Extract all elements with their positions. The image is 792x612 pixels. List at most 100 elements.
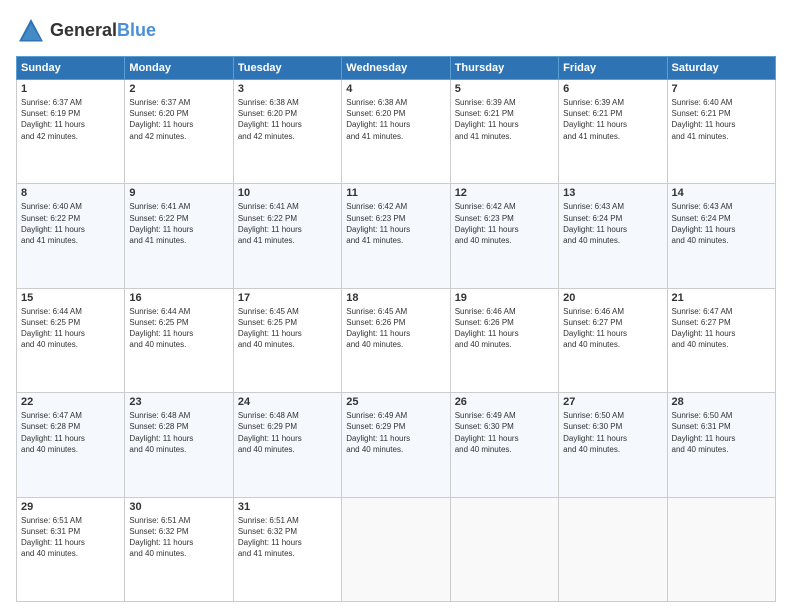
day-cell: 4 Sunrise: 6:38 AMSunset: 6:20 PMDaylight… [342, 80, 450, 184]
day-number: 2 [129, 83, 228, 95]
header: GeneralBlue [16, 16, 776, 46]
day-cell [667, 497, 775, 601]
day-number: 15 [21, 292, 120, 304]
day-header-sunday: Sunday [17, 57, 125, 80]
day-number: 11 [346, 187, 445, 199]
day-number: 30 [129, 501, 228, 513]
day-number: 14 [672, 187, 771, 199]
cell-details: Sunrise: 6:41 AMSunset: 6:22 PMDaylight:… [129, 201, 228, 246]
day-number: 4 [346, 83, 445, 95]
day-number: 24 [238, 396, 337, 408]
cell-details: Sunrise: 6:46 AMSunset: 6:26 PMDaylight:… [455, 306, 554, 351]
cell-details: Sunrise: 6:40 AMSunset: 6:21 PMDaylight:… [672, 97, 771, 142]
day-header-wednesday: Wednesday [342, 57, 450, 80]
day-cell: 2 Sunrise: 6:37 AMSunset: 6:20 PMDaylight… [125, 80, 233, 184]
day-cell: 8 Sunrise: 6:40 AMSunset: 6:22 PMDaylight… [17, 184, 125, 288]
day-cell: 17 Sunrise: 6:45 AMSunset: 6:25 PMDayligh… [233, 288, 341, 392]
day-header-saturday: Saturday [667, 57, 775, 80]
day-cell: 1 Sunrise: 6:37 AMSunset: 6:19 PMDaylight… [17, 80, 125, 184]
day-header-thursday: Thursday [450, 57, 558, 80]
day-number: 29 [21, 501, 120, 513]
cell-details: Sunrise: 6:37 AMSunset: 6:20 PMDaylight:… [129, 97, 228, 142]
day-number: 3 [238, 83, 337, 95]
day-cell: 9 Sunrise: 6:41 AMSunset: 6:22 PMDaylight… [125, 184, 233, 288]
day-cell: 21Sunrise: 6:47 AMSunset: 6:27 PMDayligh… [667, 288, 775, 392]
cell-details: Sunrise: 6:37 AMSunset: 6:19 PMDaylight:… [21, 97, 120, 142]
week-row-5: 29 Sunrise: 6:51 AMSunset: 6:31 PMDayligh… [17, 497, 776, 601]
day-number: 7 [672, 83, 771, 95]
cell-details: Sunrise: 6:39 AMSunset: 6:21 PMDaylight:… [563, 97, 662, 142]
day-cell: 27 Sunrise: 6:50 AMSunset: 6:30 PMDayligh… [559, 393, 667, 497]
day-number: 1 [21, 83, 120, 95]
day-cell: 23Sunrise: 6:48 AMSunset: 6:28 PMDayligh… [125, 393, 233, 497]
day-number: 20 [563, 292, 662, 304]
day-number: 22 [21, 396, 120, 408]
cell-details: Sunrise: 6:51 AMSunset: 6:31 PMDaylight:… [21, 515, 120, 560]
cell-details: Sunrise: 6:43 AMSunset: 6:24 PMDaylight:… [563, 201, 662, 246]
week-row-4: 22 Sunrise: 6:47 AMSunset: 6:28 PMDayligh… [17, 393, 776, 497]
cell-details: Sunrise: 6:38 AMSunset: 6:20 PMDaylight:… [346, 97, 445, 142]
day-cell: 13 Sunrise: 6:43 AMSunset: 6:24 PMDayligh… [559, 184, 667, 288]
cell-details: Sunrise: 6:45 AMSunset: 6:26 PMDaylight:… [346, 306, 445, 351]
day-cell: 29 Sunrise: 6:51 AMSunset: 6:31 PMDayligh… [17, 497, 125, 601]
cell-details: Sunrise: 6:46 AMSunset: 6:27 PMDaylight:… [563, 306, 662, 351]
day-number: 19 [455, 292, 554, 304]
day-cell: 7 Sunrise: 6:40 AMSunset: 6:21 PMDaylight… [667, 80, 775, 184]
day-cell [450, 497, 558, 601]
day-cell: 11 Sunrise: 6:42 AMSunset: 6:23 PMDayligh… [342, 184, 450, 288]
day-cell: 14Sunrise: 6:43 AMSunset: 6:24 PMDayligh… [667, 184, 775, 288]
cell-details: Sunrise: 6:42 AMSunset: 6:23 PMDaylight:… [455, 201, 554, 246]
day-cell: 22 Sunrise: 6:47 AMSunset: 6:28 PMDayligh… [17, 393, 125, 497]
day-cell: 20 Sunrise: 6:46 AMSunset: 6:27 PMDayligh… [559, 288, 667, 392]
day-number: 21 [672, 292, 771, 304]
day-cell: 30 Sunrise: 6:51 AMSunset: 6:32 PMDayligh… [125, 497, 233, 601]
calendar-table: SundayMondayTuesdayWednesdayThursdayFrid… [16, 56, 776, 602]
day-cell: 10 Sunrise: 6:41 AMSunset: 6:22 PMDayligh… [233, 184, 341, 288]
day-cell: 28 Sunrise: 6:50 AMSunset: 6:31 PMDayligh… [667, 393, 775, 497]
cell-details: Sunrise: 6:47 AMSunset: 6:28 PMDaylight:… [21, 410, 120, 455]
cell-details: Sunrise: 6:40 AMSunset: 6:22 PMDaylight:… [21, 201, 120, 246]
day-cell [559, 497, 667, 601]
day-cell: 25 Sunrise: 6:49 AMSunset: 6:29 PMDayligh… [342, 393, 450, 497]
day-number: 10 [238, 187, 337, 199]
cell-details: Sunrise: 6:45 AMSunset: 6:25 PMDaylight:… [238, 306, 337, 351]
day-cell: 6 Sunrise: 6:39 AMSunset: 6:21 PMDaylight… [559, 80, 667, 184]
day-number: 5 [455, 83, 554, 95]
cell-details: Sunrise: 6:39 AMSunset: 6:21 PMDaylight:… [455, 97, 554, 142]
week-row-2: 8 Sunrise: 6:40 AMSunset: 6:22 PMDaylight… [17, 184, 776, 288]
cell-details: Sunrise: 6:38 AMSunset: 6:20 PMDaylight:… [238, 97, 337, 142]
cell-details: Sunrise: 6:48 AMSunset: 6:29 PMDaylight:… [238, 410, 337, 455]
logo-icon [16, 16, 46, 46]
day-number: 6 [563, 83, 662, 95]
day-cell: 12 Sunrise: 6:42 AMSunset: 6:23 PMDayligh… [450, 184, 558, 288]
cell-details: Sunrise: 6:50 AMSunset: 6:30 PMDaylight:… [563, 410, 662, 455]
day-number: 28 [672, 396, 771, 408]
day-number: 8 [21, 187, 120, 199]
day-number: 17 [238, 292, 337, 304]
cell-details: Sunrise: 6:49 AMSunset: 6:29 PMDaylight:… [346, 410, 445, 455]
day-header-tuesday: Tuesday [233, 57, 341, 80]
header-row: SundayMondayTuesdayWednesdayThursdayFrid… [17, 57, 776, 80]
day-cell: 26 Sunrise: 6:49 AMSunset: 6:30 PMDayligh… [450, 393, 558, 497]
day-number: 25 [346, 396, 445, 408]
day-header-friday: Friday [559, 57, 667, 80]
day-cell: 19 Sunrise: 6:46 AMSunset: 6:26 PMDayligh… [450, 288, 558, 392]
cell-details: Sunrise: 6:50 AMSunset: 6:31 PMDaylight:… [672, 410, 771, 455]
day-cell [342, 497, 450, 601]
cell-details: Sunrise: 6:49 AMSunset: 6:30 PMDaylight:… [455, 410, 554, 455]
day-header-monday: Monday [125, 57, 233, 80]
day-cell: 3 Sunrise: 6:38 AMSunset: 6:20 PMDaylight… [233, 80, 341, 184]
day-number: 26 [455, 396, 554, 408]
day-number: 18 [346, 292, 445, 304]
day-number: 31 [238, 501, 337, 513]
cell-details: Sunrise: 6:51 AMSunset: 6:32 PMDaylight:… [129, 515, 228, 560]
day-number: 27 [563, 396, 662, 408]
cell-details: Sunrise: 6:48 AMSunset: 6:28 PMDaylight:… [129, 410, 228, 455]
cell-details: Sunrise: 6:41 AMSunset: 6:22 PMDaylight:… [238, 201, 337, 246]
day-number: 12 [455, 187, 554, 199]
cell-details: Sunrise: 6:42 AMSunset: 6:23 PMDaylight:… [346, 201, 445, 246]
cell-details: Sunrise: 6:44 AMSunset: 6:25 PMDaylight:… [21, 306, 120, 351]
day-number: 9 [129, 187, 228, 199]
day-number: 13 [563, 187, 662, 199]
day-cell: 18 Sunrise: 6:45 AMSunset: 6:26 PMDayligh… [342, 288, 450, 392]
